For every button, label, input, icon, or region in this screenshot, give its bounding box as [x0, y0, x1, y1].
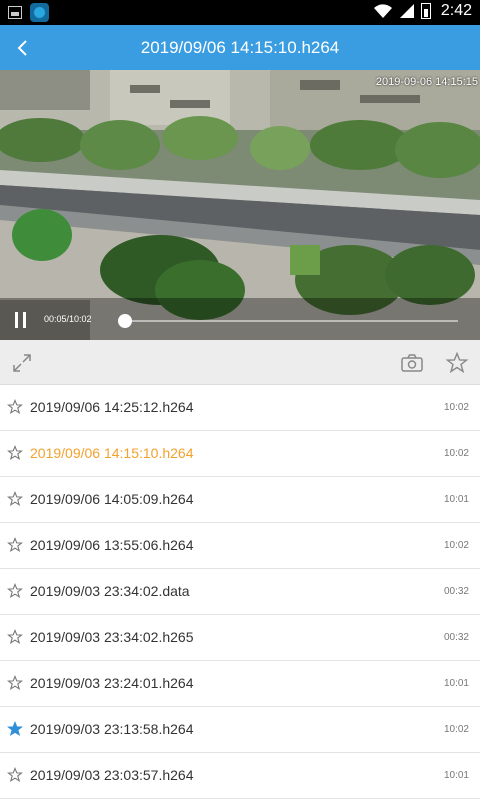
recording-row[interactable]: 2019/09/03 23:13:58.h264 10:02 [0, 707, 480, 753]
recording-name: 2019/09/03 23:34:02.h265 [30, 629, 194, 645]
osd-timestamp: 2019-09-06 14:15:15 [375, 76, 478, 88]
status-bar: 2:42 [0, 0, 480, 25]
star-filled-icon[interactable] [7, 721, 23, 737]
star-outline-icon[interactable] [7, 583, 23, 599]
progress-thumb[interactable] [117, 314, 132, 328]
pause-icon[interactable] [14, 312, 28, 328]
recording-row[interactable]: 2019/09/03 23:34:02.data 00:32 [0, 569, 480, 615]
recording-duration: 10:02 [443, 402, 469, 413]
recording-name: 2019/09/06 14:05:09.h264 [30, 491, 194, 507]
recording-duration: 10:01 [443, 678, 469, 689]
recording-row[interactable]: 2019/09/06 14:15:10.h264 10:02 [0, 431, 480, 477]
recording-row[interactable]: 2019/09/03 23:03:57.h264 10:01 [0, 753, 480, 799]
star-outline-icon[interactable] [445, 351, 469, 375]
recording-duration: 10:02 [443, 724, 469, 735]
player-controls: 00:05/10:02 [0, 298, 480, 340]
video-player[interactable]: 2019-09-06 14:15:15 00:05/10:02 [0, 70, 480, 340]
image-icon [8, 6, 22, 19]
wifi-icon [373, 4, 392, 18]
star-outline-icon[interactable] [7, 629, 23, 645]
recording-row[interactable]: 2019/09/06 14:25:12.h264 10:02 [0, 385, 480, 431]
recording-name: 2019/09/03 23:24:01.h264 [30, 675, 194, 691]
recording-duration: 10:02 [443, 448, 469, 459]
player-toolbar [0, 340, 480, 385]
recording-name: 2019/09/03 23:13:58.h264 [30, 721, 194, 737]
recording-row[interactable]: 2019/09/03 23:34:02.h265 00:32 [0, 615, 480, 661]
progress-bar[interactable] [117, 314, 458, 328]
recording-name: 2019/09/03 23:03:57.h264 [30, 767, 194, 783]
recording-duration: 10:01 [443, 494, 469, 505]
recording-row[interactable]: 2019/09/06 14:05:09.h264 10:01 [0, 477, 480, 523]
progress-time: 00:05/10:02 [44, 314, 92, 324]
recording-name: 2019/09/06 13:55:06.h264 [30, 537, 194, 553]
camera-icon[interactable] [400, 351, 424, 375]
star-outline-icon[interactable] [7, 767, 23, 783]
recording-duration: 00:32 [443, 632, 469, 643]
recording-duration: 10:02 [443, 540, 469, 551]
star-outline-icon[interactable] [7, 399, 23, 415]
star-outline-icon[interactable] [7, 445, 23, 461]
star-outline-icon[interactable] [7, 537, 23, 553]
recording-row[interactable]: 2019/09/06 13:55:06.h264 10:02 [0, 523, 480, 569]
status-time: 2:42 [440, 2, 472, 19]
recording-name: 2019/09/03 23:34:02.data [30, 583, 190, 599]
app-icon [30, 3, 49, 22]
recording-list: 2019/09/06 14:25:12.h264 10:02 2019/09/06 … [0, 385, 480, 799]
title-bar: 2019/09/06 14:15:10.h264 [0, 25, 480, 70]
recording-name: 2019/09/06 14:15:10.h264 [30, 445, 194, 461]
chevron-left-icon[interactable] [10, 33, 40, 63]
expand-icon[interactable] [10, 351, 34, 375]
page-title: 2019/09/06 14:15:10.h264 [140, 38, 340, 57]
recording-duration: 10:01 [443, 770, 469, 781]
signal-icon [399, 4, 414, 18]
star-outline-icon[interactable] [7, 491, 23, 507]
recording-duration: 00:32 [443, 586, 469, 597]
recording-name: 2019/09/06 14:25:12.h264 [30, 399, 194, 415]
recording-row[interactable]: 2019/09/03 23:24:01.h264 10:01 [0, 661, 480, 707]
star-outline-icon[interactable] [7, 675, 23, 691]
battery-icon [420, 3, 431, 19]
